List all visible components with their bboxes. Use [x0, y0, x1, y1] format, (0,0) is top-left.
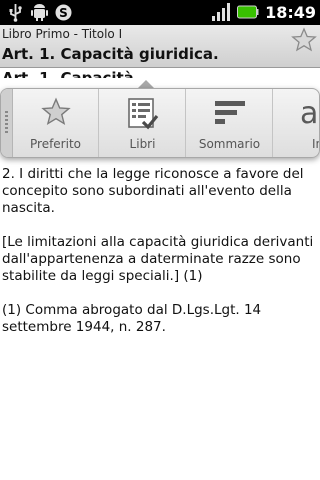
scrolled-title: Art. 1. Capacità giuridica.	[2, 69, 134, 78]
skype-icon: S	[54, 3, 73, 22]
quick-action-label: Sommario	[198, 137, 261, 151]
usb-icon	[6, 3, 25, 22]
clock: 18:49	[265, 2, 316, 22]
footnote: (1) Comma abrogato dal D.Lgs.Lgt. 14 set…	[2, 302, 262, 335]
notification-icons: S	[6, 3, 73, 22]
page-title: Art. 1. Capacità giuridica.	[2, 45, 219, 63]
quick-action-info[interactable]: a In	[274, 89, 319, 157]
breadcrumb: Libro Primo - Titolo I	[2, 27, 123, 41]
android-debug-icon	[30, 3, 49, 22]
quick-action-label: Preferito	[30, 137, 81, 151]
status-bar: S 18:49	[0, 0, 320, 25]
checklist-icon	[100, 97, 185, 130]
favorite-star-icon[interactable]	[291, 27, 317, 53]
popup-grip-handle[interactable]	[1, 89, 13, 157]
quick-action-popup: Preferito Libri Sommario a I	[0, 88, 320, 158]
article-body: 2. I diritti che la legge riconosce a fa…	[2, 166, 317, 353]
paragraph: 2. I diritti che la legge riconosce a fa…	[2, 166, 304, 216]
paragraph: [Le limitazioni alla capacità giuridica …	[2, 234, 314, 284]
svg-text:S: S	[59, 6, 68, 20]
info-icon: a	[274, 97, 319, 129]
article-header: Libro Primo - Titolo I Art. 1. Capacità …	[0, 25, 320, 68]
signal-strength-icon	[211, 2, 231, 22]
star-icon	[13, 97, 98, 129]
quick-action-libri[interactable]: Libri	[100, 89, 186, 157]
svg-text:a: a	[300, 97, 318, 129]
quick-action-label: Libri	[129, 137, 156, 151]
summary-icon	[187, 97, 272, 129]
quick-action-label: In	[312, 137, 319, 151]
quick-action-preferito[interactable]: Preferito	[13, 89, 99, 157]
quick-action-sommario[interactable]: Sommario	[187, 89, 273, 157]
battery-icon	[237, 4, 259, 20]
